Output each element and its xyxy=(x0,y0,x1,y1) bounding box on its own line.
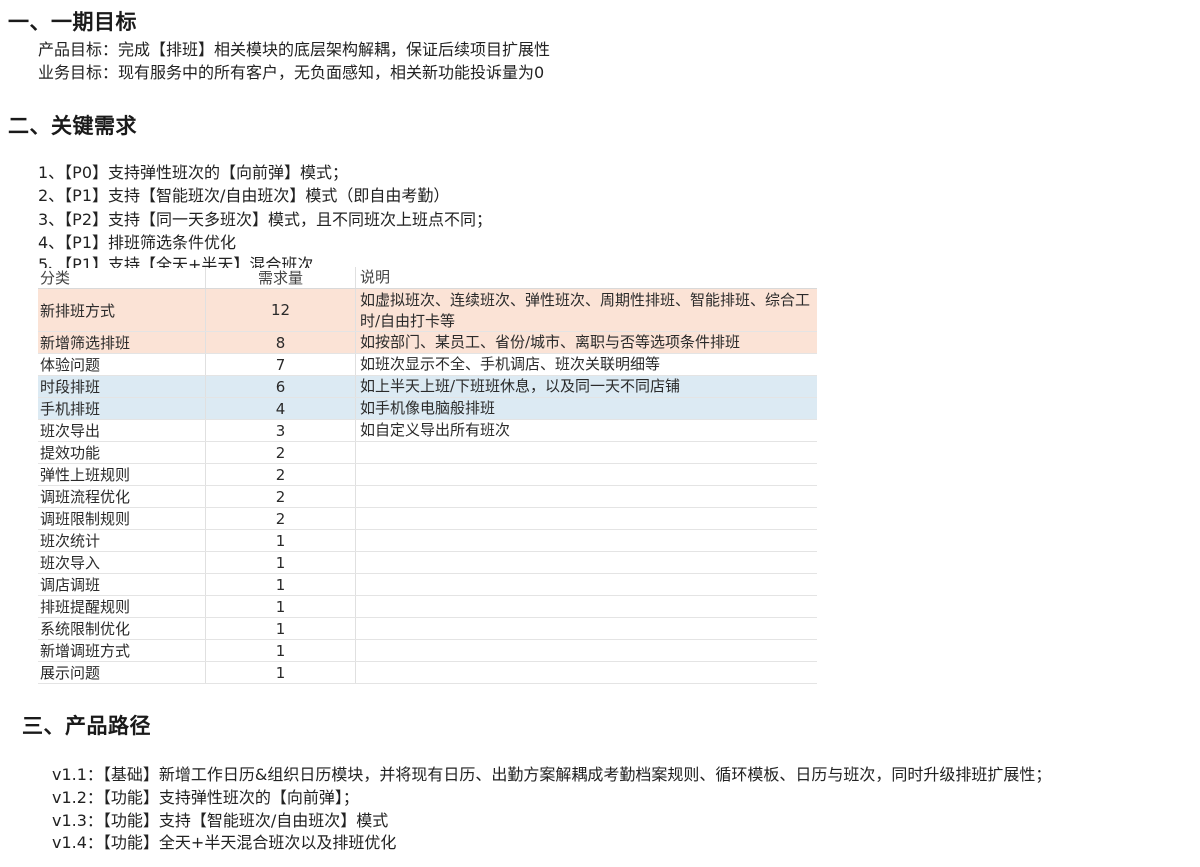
row-description xyxy=(356,640,817,661)
row-count: 12 xyxy=(206,289,356,331)
row-description xyxy=(356,662,817,683)
row-category: 新增调班方式 xyxy=(38,640,206,661)
row-description xyxy=(356,442,817,463)
row-description: 如上半天上班/下班班休息，以及同一天不同店铺 xyxy=(360,377,681,395)
table-row: 体验问题 7 如班次显示不全、手机调店、班次关联明细等 xyxy=(38,354,817,376)
table-row: 新排班方式 12 如虚拟班次、连续班次、弹性班次、周期性排班、智能排班、综合工时… xyxy=(38,289,817,332)
row-category: 调班限制规则 xyxy=(38,508,206,529)
table-row: 班次统计 1 xyxy=(38,530,817,552)
row-category: 弹性上班规则 xyxy=(38,464,206,485)
row-count: 1 xyxy=(206,596,356,617)
row-count: 7 xyxy=(206,354,356,375)
row-category: 提效功能 xyxy=(38,442,206,463)
row-category: 体验问题 xyxy=(38,354,206,375)
row-count: 1 xyxy=(206,618,356,639)
table-row: 手机排班 4 如手机像电脑般排班 xyxy=(38,398,817,420)
row-category: 系统限制优化 xyxy=(38,618,206,639)
row-count: 1 xyxy=(206,530,356,551)
requirement-item: 5、【P1】支持【全天+半天】混合班次 xyxy=(38,255,314,268)
table-row: 班次导入 1 xyxy=(38,552,817,574)
requirement-item: 3、【P2】支持【同一天多班次】模式，且不同班次上班点不同； xyxy=(38,210,493,229)
table-row: 系统限制优化 1 xyxy=(38,618,817,640)
row-description xyxy=(356,596,817,617)
requirement-item: 4、【P1】排班筛选条件优化 xyxy=(38,233,237,252)
row-category: 新增筛选排班 xyxy=(38,332,206,353)
row-description: 如按部门、某员工、省份/城市、离职与否等选项条件排班 xyxy=(360,333,741,351)
table-row: 弹性上班规则 2 xyxy=(38,464,817,486)
section-heading-requirements: 二、关键需求 xyxy=(8,114,137,138)
row-count: 1 xyxy=(206,662,356,683)
row-category: 调店调班 xyxy=(38,574,206,595)
roadmap-item: v1.2：【功能】支持弹性班次的【向前弹】； xyxy=(52,788,359,807)
table-row: 时段排班 6 如上半天上班/下班班休息，以及同一天不同店铺 xyxy=(38,376,817,398)
row-category: 展示问题 xyxy=(38,662,206,683)
row-count: 1 xyxy=(206,552,356,573)
row-count: 3 xyxy=(206,420,356,441)
roadmap-item: v1.1：【基础】新增工作日历&组织日历模块，并将现有日历、出勤方案解耦成考勤档… xyxy=(52,765,1052,784)
row-category: 新排班方式 xyxy=(38,289,206,331)
row-description xyxy=(356,618,817,639)
row-count: 6 xyxy=(206,376,356,397)
row-description xyxy=(356,574,817,595)
row-category: 排班提醒规则 xyxy=(38,596,206,617)
table-row: 提效功能 2 xyxy=(38,442,817,464)
row-description xyxy=(356,464,817,485)
row-description: 如班次显示不全、手机调店、班次关联明细等 xyxy=(360,355,661,373)
table-row: 班次导出 3 如自定义导出所有班次 xyxy=(38,420,817,442)
requirements-table: 分类 需求量 说明 新排班方式 12 如虚拟班次、连续班次、弹性班次、周期性排班… xyxy=(38,267,817,684)
header-description: 说明 xyxy=(360,268,391,286)
section-heading-goals: 一、一期目标 xyxy=(8,10,137,34)
row-description xyxy=(356,552,817,573)
row-count: 4 xyxy=(206,398,356,419)
requirement-item-clipped: 5、【P1】支持【全天+半天】混合班次 xyxy=(38,254,538,268)
roadmap-item: v1.3：【功能】支持【智能班次/自由班次】模式 xyxy=(52,811,389,830)
row-category: 手机排班 xyxy=(38,398,206,419)
table-header-row: 分类 需求量 说明 xyxy=(38,267,817,289)
row-description: 如自定义导出所有班次 xyxy=(360,421,511,439)
row-category: 调班流程优化 xyxy=(38,486,206,507)
row-description xyxy=(356,508,817,529)
header-count: 需求量 xyxy=(206,267,356,288)
roadmap-item: v1.4：【功能】全天+半天混合班次以及排班优化 xyxy=(52,833,397,852)
row-description: 如虚拟班次、连续班次、弹性班次、周期性排班、智能排班、综合工时/自由打卡等 xyxy=(360,291,811,330)
row-description: 如手机像电脑般排班 xyxy=(360,399,496,417)
row-category: 班次统计 xyxy=(38,530,206,551)
table-row: 调班流程优化 2 xyxy=(38,486,817,508)
row-category: 班次导入 xyxy=(38,552,206,573)
row-count: 1 xyxy=(206,640,356,661)
row-count: 2 xyxy=(206,486,356,507)
header-category: 分类 xyxy=(38,267,206,288)
row-count: 8 xyxy=(206,332,356,353)
row-description xyxy=(356,486,817,507)
table-row: 展示问题 1 xyxy=(38,662,817,684)
row-description xyxy=(356,530,817,551)
row-count: 2 xyxy=(206,464,356,485)
row-count: 1 xyxy=(206,574,356,595)
table-row: 调班限制规则 2 xyxy=(38,508,817,530)
row-count: 2 xyxy=(206,508,356,529)
table-row: 新增调班方式 1 xyxy=(38,640,817,662)
table-row: 调店调班 1 xyxy=(38,574,817,596)
row-count: 2 xyxy=(206,442,356,463)
row-category: 班次导出 xyxy=(38,420,206,441)
table-row: 排班提醒规则 1 xyxy=(38,596,817,618)
row-category: 时段排班 xyxy=(38,376,206,397)
requirement-item: 1、【P0】支持弹性班次的【向前弹】模式； xyxy=(38,163,349,182)
product-goal-line: 产品目标：完成【排班】相关模块的底层架构解耦，保证后续项目扩展性 xyxy=(38,40,551,59)
requirement-item: 2、【P1】支持【智能班次/自由班次】模式（即自由考勤） xyxy=(38,186,450,205)
business-goal-line: 业务目标：现有服务中的所有客户，无负面感知，相关新功能投诉量为0 xyxy=(38,63,545,82)
section-heading-roadmap: 三、产品路径 xyxy=(22,714,151,738)
table-row: 新增筛选排班 8 如按部门、某员工、省份/城市、离职与否等选项条件排班 xyxy=(38,332,817,354)
